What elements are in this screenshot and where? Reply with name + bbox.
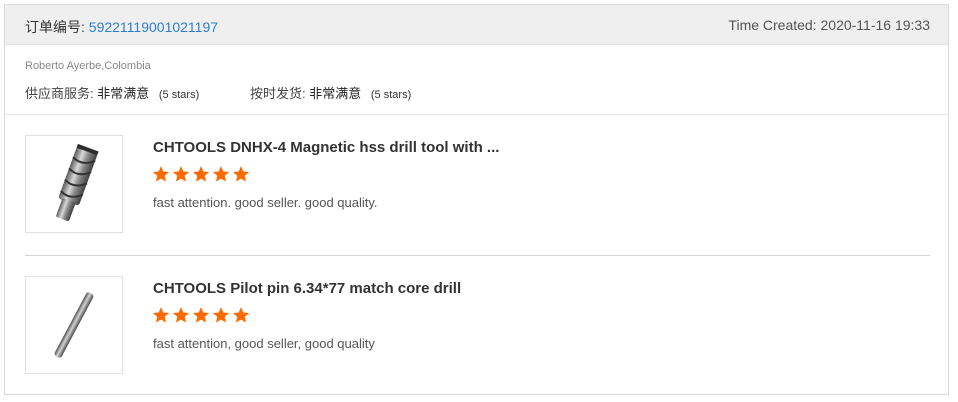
order-header: 订单编号: 59221119001021197 Time Created: 20… [5, 5, 948, 45]
product-review-text: fast attention. good seller. good qualit… [153, 195, 378, 210]
product-review-item: CHTOOLS DNHX-4 Magnetic hss drill tool w… [25, 135, 930, 235]
product-star-rating [152, 306, 250, 324]
order-created-time: Time Created: 2020-11-16 19:33 [728, 17, 930, 33]
order-number-label: 订单编号: [25, 19, 85, 35]
product-review-text: fast attention, good seller, good qualit… [153, 336, 375, 351]
buyer-ratings-block: Roberto Ayerbe,Colombia 供应商服务: 非常满意 (5 s… [5, 45, 948, 115]
item-divider [25, 255, 930, 256]
product-title-link[interactable]: CHTOOLS DNHX-4 Magnetic hss drill tool w… [153, 139, 499, 156]
product-image-link[interactable] [25, 135, 123, 233]
order-number: 订单编号: 59221119001021197 [25, 17, 218, 37]
star-icon [172, 307, 190, 323]
star-icon [232, 307, 250, 323]
buyer-name: Roberto Ayerbe,Colombia [25, 60, 151, 72]
created-value: 2020-11-16 19:33 [820, 17, 931, 33]
pilot-pin-image [54, 292, 94, 358]
star-icon [192, 166, 210, 182]
shipping-stars-note: (5 stars) [370, 89, 412, 101]
product-star-rating [152, 165, 250, 183]
star-icon [152, 307, 170, 323]
on-time-shipping-rating: 按时发货: 非常满意 (5 stars) [250, 83, 411, 102]
supplier-service-stars-note: (5 stars) [158, 89, 200, 101]
supplier-service-value: 非常满意 [97, 86, 150, 101]
created-label: Time Created: [728, 17, 817, 33]
annular-cutter-drill-image [56, 143, 99, 221]
product-image-link[interactable] [25, 276, 123, 374]
star-icon [172, 166, 190, 182]
star-icon [212, 166, 230, 182]
supplier-service-rating: 供应商服务: 非常满意 (5 stars) [25, 83, 199, 102]
product-title-link[interactable]: CHTOOLS Pilot pin 6.34*77 match core dri… [153, 280, 461, 297]
order-feedback-card: 订单编号: 59221119001021197 Time Created: 20… [4, 4, 949, 395]
star-icon [212, 307, 230, 323]
order-number-link[interactable]: 59221119001021197 [89, 19, 218, 35]
shipping-label: 按时发货: [250, 86, 306, 101]
star-icon [192, 307, 210, 323]
star-icon [152, 166, 170, 182]
product-review-item: CHTOOLS Pilot pin 6.34*77 match core dri… [25, 276, 930, 376]
star-icon [232, 166, 250, 182]
supplier-service-label: 供应商服务: [25, 86, 94, 101]
shipping-value: 非常满意 [309, 86, 362, 101]
